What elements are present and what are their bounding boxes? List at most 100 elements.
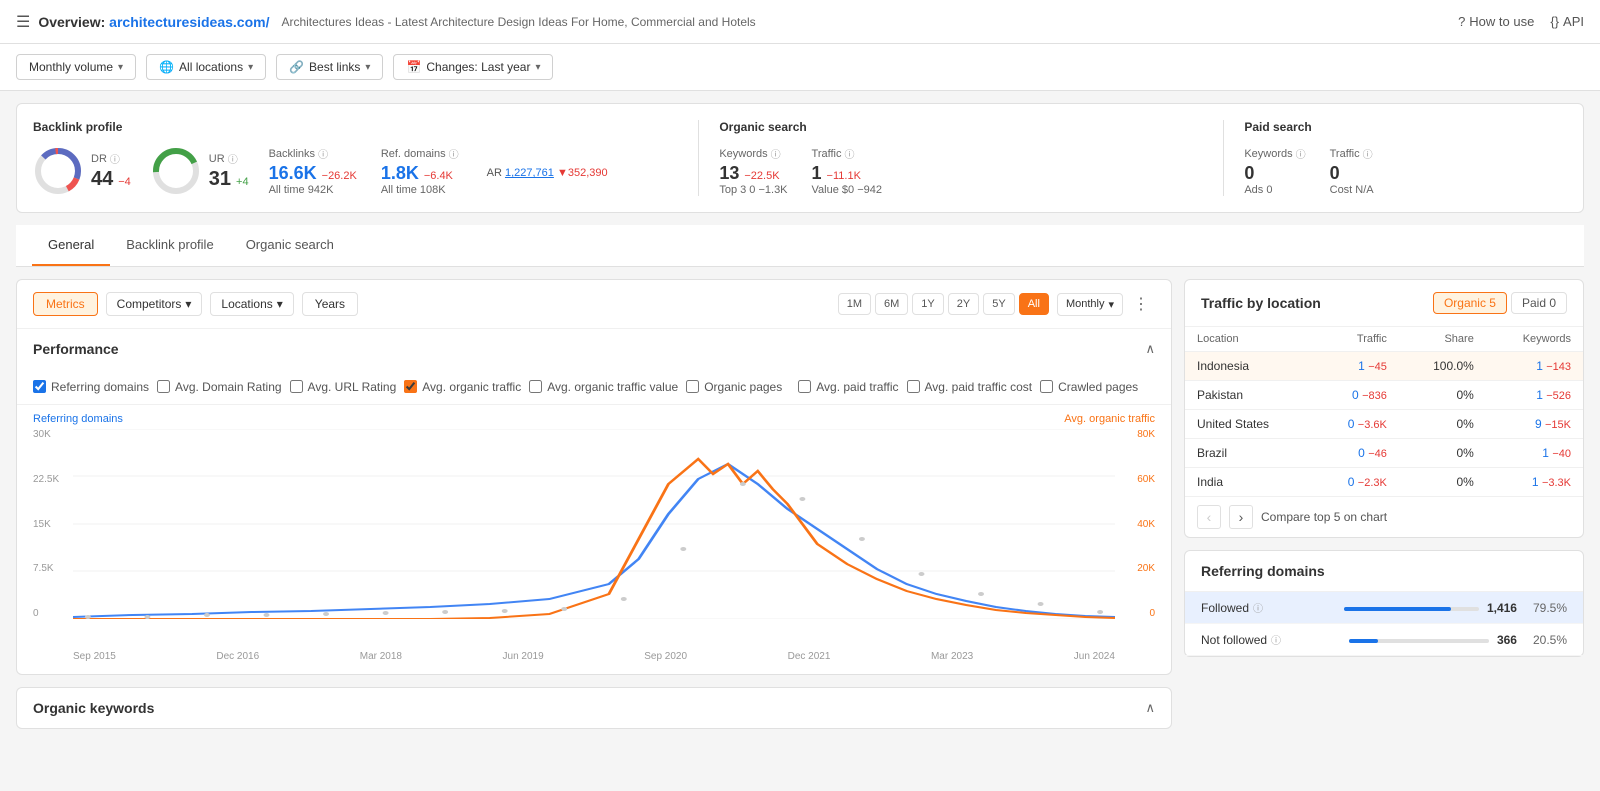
- organic-tab[interactable]: Organic 5: [1433, 292, 1507, 314]
- avg-organic-checkbox[interactable]: Avg. organic traffic: [404, 380, 521, 394]
- prev-page-btn[interactable]: ‹: [1197, 505, 1221, 529]
- site-description: Architectures Ideas - Latest Architectur…: [281, 15, 755, 29]
- ref-domains-label: Ref. domains ⓘ: [381, 146, 459, 161]
- time-1m[interactable]: 1M: [838, 293, 871, 315]
- ref-bar-container: [1344, 607, 1479, 611]
- ref-domains-change: −6.4K: [424, 170, 453, 182]
- time-1y[interactable]: 1Y: [912, 293, 943, 315]
- keywords-cell: 1 −143: [1486, 352, 1583, 381]
- volume-filter[interactable]: Monthly volume ▾: [16, 54, 136, 80]
- backlinks-stat: Backlinks ⓘ 16.6K −26.2K All time 942K: [269, 146, 357, 196]
- avg-organic-val-checkbox[interactable]: Avg. organic traffic value: [529, 380, 678, 394]
- time-5y[interactable]: 5Y: [983, 293, 1014, 315]
- referring-domains-checkbox[interactable]: Referring domains: [33, 380, 149, 394]
- traffic-cell: 1 −45: [1314, 352, 1399, 381]
- keywords-change: −22.5K: [744, 170, 779, 182]
- top-bar-left: ☰ Overview: architecturesideas.com/ Arch…: [16, 12, 756, 32]
- tab-general[interactable]: General: [32, 225, 110, 266]
- keywords-top3: Top 3 0 −1.3K: [719, 184, 787, 196]
- main-tabs: General Backlink profile Organic search: [16, 225, 1584, 267]
- traffic-value: 1: [812, 163, 822, 184]
- y-axis-left: 30K 22.5K 15K 7.5K 0: [33, 429, 68, 619]
- metrics-tab[interactable]: Metrics: [33, 292, 98, 316]
- compare-label: Compare top 5 on chart: [1261, 510, 1387, 524]
- organic-keywords-panel: Organic keywords ∧: [16, 687, 1172, 729]
- years-tab[interactable]: Years: [302, 292, 358, 316]
- ref-domain-row: Followed ⓘ 1,416 79.5%: [1185, 592, 1583, 624]
- tab-organic[interactable]: Organic search: [230, 225, 350, 266]
- traffic-change: −11.1K: [827, 170, 861, 182]
- volume-label: Monthly volume: [29, 60, 113, 74]
- competitors-dropdown[interactable]: Competitors ▾: [106, 292, 203, 316]
- collapse-icon[interactable]: ∧: [1145, 341, 1155, 357]
- organic-paid-tabs: Organic 5 Paid 0: [1433, 292, 1567, 314]
- ref-value: 366: [1497, 633, 1517, 647]
- calendar-icon: 📅: [406, 60, 421, 74]
- more-options-icon[interactable]: ⋮: [1127, 290, 1155, 318]
- dr-info: DR ⓘ 44 −4: [91, 151, 131, 191]
- ref-label: Followed ⓘ: [1201, 600, 1336, 615]
- crawled-pages-checkbox[interactable]: Crawled pages: [1040, 380, 1138, 394]
- time-6m[interactable]: 6M: [875, 293, 908, 315]
- info-icon: ⓘ: [318, 146, 328, 161]
- ref-domain-row: Not followed ⓘ 366 20.5%: [1185, 624, 1583, 656]
- locations-filter[interactable]: 🌐 All locations ▾: [146, 54, 266, 80]
- page-title: Overview: architecturesideas.com/: [38, 14, 269, 30]
- organic-search-heading: Organic search: [719, 120, 1203, 134]
- ur-label: UR ⓘ: [209, 151, 249, 166]
- ref-panel-header: Referring domains: [1185, 551, 1583, 592]
- api-link[interactable]: {} API: [1550, 14, 1584, 29]
- avg-paid-checkbox[interactable]: Avg. paid traffic: [798, 380, 898, 394]
- ref-rows-container: Followed ⓘ 1,416 79.5% Not followed ⓘ 36…: [1185, 592, 1583, 656]
- paid-cost-label: Cost N/A: [1330, 184, 1374, 196]
- ar-value[interactable]: 1,227,761: [505, 167, 554, 179]
- api-label: API: [1563, 14, 1584, 29]
- organic-collapse-icon[interactable]: ∧: [1145, 700, 1155, 716]
- ref-bar-wrapper: [1344, 605, 1479, 611]
- links-filter[interactable]: 🔗 Best links ▾: [276, 54, 383, 80]
- info-icon: ⓘ: [1363, 146, 1373, 161]
- backlinks-alltime: All time 942K: [269, 184, 357, 196]
- info-icon: ⓘ: [110, 151, 120, 166]
- menu-icon[interactable]: ☰: [16, 12, 30, 32]
- help-label: How to use: [1469, 14, 1534, 29]
- info-icon: ⓘ: [844, 146, 854, 161]
- stats-panel: Backlink profile DR ⓘ: [16, 103, 1584, 213]
- info-icon: ⓘ: [771, 146, 781, 161]
- paid-traffic-value: 0: [1330, 163, 1340, 184]
- chart-container: 30K 22.5K 15K 7.5K 0 80K 60K 40K 20K 0: [33, 429, 1155, 649]
- avg-url-checkbox[interactable]: Avg. URL Rating: [290, 380, 397, 394]
- keywords-cell: 1 −526: [1486, 381, 1583, 410]
- keywords-cell: 1 −40: [1486, 439, 1583, 468]
- traffic-cell: 0 −2.3K: [1314, 468, 1399, 497]
- site-link[interactable]: architecturesideas.com/: [109, 14, 269, 30]
- performance-title: Performance: [33, 341, 119, 357]
- monthly-dropdown[interactable]: Monthly ▾: [1057, 293, 1123, 316]
- links-label: Best links: [309, 60, 360, 74]
- avg-dr-checkbox[interactable]: Avg. Domain Rating: [157, 380, 282, 394]
- time-2y[interactable]: 2Y: [948, 293, 979, 315]
- share-cell: 0%: [1399, 381, 1486, 410]
- avg-paid-cost-checkbox[interactable]: Avg. paid traffic cost: [907, 380, 1033, 394]
- keywords-stat: Keywords ⓘ 13 −22.5K Top 3 0 −1.3K: [719, 146, 787, 196]
- next-page-btn[interactable]: ›: [1229, 505, 1253, 529]
- referring-domains-panel: Referring domains Followed ⓘ 1,416 79.5%…: [1184, 550, 1584, 657]
- backlink-section: Backlink profile DR ⓘ: [33, 120, 698, 196]
- backlink-profile-heading: Backlink profile: [33, 120, 678, 134]
- dr-change: −4: [118, 176, 131, 188]
- backlinks-value: 16.6K: [269, 163, 317, 184]
- changes-filter[interactable]: 📅 Changes: Last year ▾: [393, 54, 553, 80]
- organic-pages-checkbox[interactable]: Organic pages: [686, 380, 782, 394]
- paid-tab[interactable]: Paid 0: [1511, 292, 1567, 314]
- help-link[interactable]: ? How to use: [1458, 14, 1534, 29]
- tab-backlink[interactable]: Backlink profile: [110, 225, 229, 266]
- share-cell: 0%: [1399, 410, 1486, 439]
- info-icon: ⓘ: [1271, 632, 1281, 647]
- traffic-cell: 0 −46: [1314, 439, 1399, 468]
- legend-referring-domains: Referring domains: [33, 413, 123, 425]
- locations-dropdown[interactable]: Locations ▾: [210, 292, 293, 316]
- backlinks-change: −26.2K: [322, 170, 357, 182]
- time-all[interactable]: All: [1019, 293, 1049, 315]
- ur-stat: UR ⓘ 31 +4: [151, 146, 249, 196]
- x-axis: Sep 2015 Dec 2016 Mar 2018 Jun 2019 Sep …: [73, 651, 1115, 662]
